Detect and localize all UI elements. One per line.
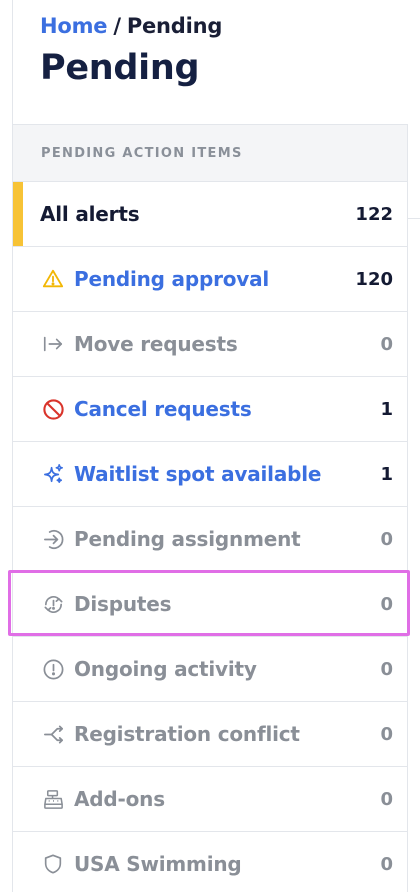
sparkle-icon (40, 461, 66, 487)
nav-item-count: 1 (380, 398, 393, 420)
exclamation-circle-icon (40, 656, 66, 682)
panel-header-label: PENDING ACTION ITEMS (41, 145, 243, 161)
nav-item-label: Disputes (74, 592, 172, 616)
arrow-right-circle-icon (40, 526, 66, 552)
nav-item-count: 0 (380, 723, 393, 745)
nav-item-label: All alerts (40, 202, 140, 226)
shield-icon (40, 851, 66, 877)
nav-item-registration-conflict[interactable]: Registration conflict 0 (13, 702, 407, 767)
cash-register-icon (40, 786, 66, 812)
breadcrumb-current: Pending (126, 14, 223, 38)
breadcrumb-separator: / (113, 14, 121, 38)
nav-item-pending-assignment[interactable]: Pending assignment 0 (13, 507, 407, 572)
nav-item-count: 1 (380, 463, 393, 485)
breadcrumb: Home / Pending (40, 14, 222, 38)
move-arrow-icon (40, 331, 66, 357)
nav-item-waitlist-spot-available[interactable]: Waitlist spot available 1 (13, 442, 407, 507)
nav-item-label: Add-ons (74, 787, 165, 811)
dispute-cycle-icon (40, 591, 66, 617)
conflict-arrows-icon (40, 721, 66, 747)
nav-item-label: Ongoing activity (74, 657, 257, 681)
breadcrumb-home-link[interactable]: Home (40, 14, 108, 38)
nav-item-pending-approval[interactable]: Pending approval 120 (13, 247, 407, 312)
nav-item-label: Move requests (74, 332, 238, 356)
nav-item-count: 0 (380, 333, 393, 355)
nav-item-label: Pending assignment (74, 527, 301, 551)
alert-category-list: All alerts 122 Pending approval 120 Move… (13, 182, 407, 892)
nav-item-label: Registration conflict (74, 722, 300, 746)
nav-item-usa-swimming[interactable]: USA Swimming 0 (13, 832, 407, 892)
nav-item-ongoing-activity[interactable]: Ongoing activity 0 (13, 637, 407, 702)
nav-item-count: 0 (380, 853, 393, 875)
nav-item-move-requests[interactable]: Move requests 0 (13, 312, 407, 377)
nav-item-label: Cancel requests (74, 397, 252, 421)
nav-item-label: USA Swimming (74, 852, 242, 876)
nav-item-cancel-requests[interactable]: Cancel requests 1 (13, 377, 407, 442)
nav-item-count: 0 (380, 593, 393, 615)
nav-item-count: 0 (380, 658, 393, 680)
nav-item-count: 0 (380, 788, 393, 810)
nav-item-count: 120 (355, 268, 393, 290)
nav-item-label: Pending approval (74, 267, 270, 291)
warning-triangle-icon (40, 266, 66, 292)
nav-item-add-ons[interactable]: Add-ons 0 (13, 767, 407, 832)
nav-item-count: 122 (355, 203, 393, 225)
divider (408, 218, 420, 219)
panel-header: PENDING ACTION ITEMS (13, 125, 407, 182)
nav-item-count: 0 (380, 528, 393, 550)
nav-item-disputes[interactable]: Disputes 0 (13, 572, 407, 637)
page-header: Home / Pending Pending (40, 14, 222, 88)
prohibited-icon (40, 396, 66, 422)
nav-item-label: Waitlist spot available (74, 462, 322, 486)
pending-action-items-panel: PENDING ACTION ITEMS All alerts 122 Pend… (12, 124, 408, 892)
page-title: Pending (40, 48, 200, 88)
nav-item-all-alerts[interactable]: All alerts 122 (13, 182, 407, 247)
